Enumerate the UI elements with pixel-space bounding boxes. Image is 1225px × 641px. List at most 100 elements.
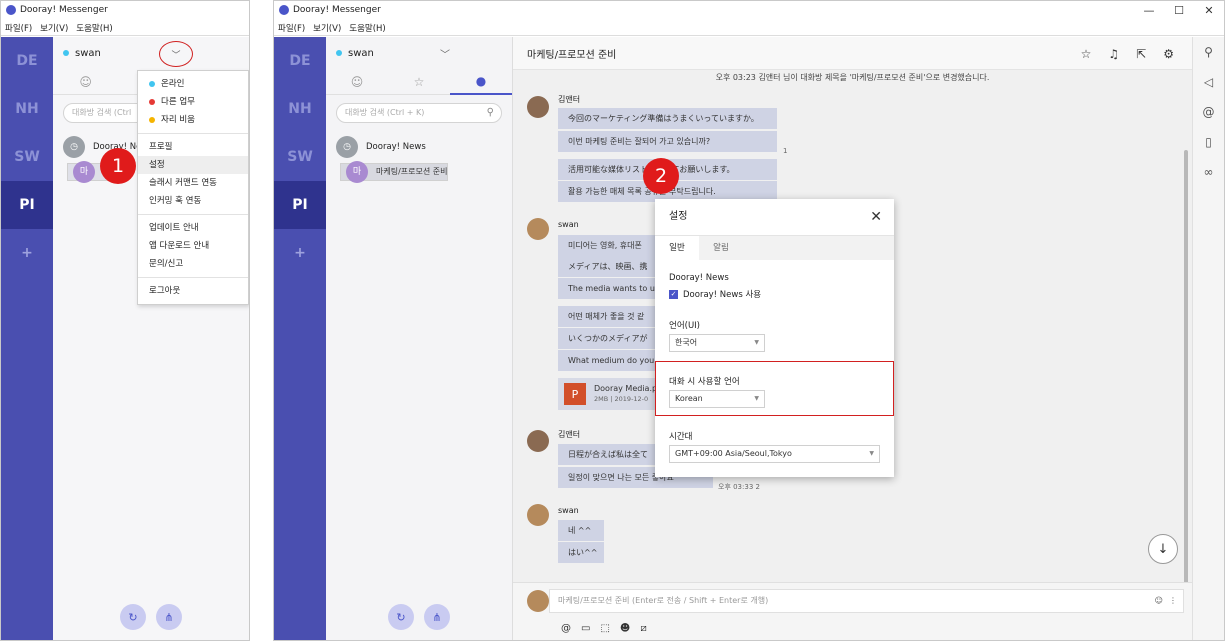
search-icon: ⚲ — [486, 107, 494, 118]
status-menu-toggle[interactable]: ﹀ — [159, 41, 193, 67]
sticker-icon[interactable]: ☻ — [620, 623, 630, 634]
step-badge-2: 2 — [643, 158, 679, 194]
ui-language-select[interactable]: 한국어 ▼ — [669, 334, 765, 352]
header-actions: ☆ ♫ ⇱ ⚙ — [1081, 37, 1174, 70]
workspace-pi[interactable]: PI — [1, 181, 53, 229]
emoji-icon[interactable]: ☺ — [1155, 590, 1163, 612]
mention-icon[interactable]: @ — [1193, 97, 1224, 127]
screenshot-icon[interactable]: ⬚ — [600, 623, 609, 634]
link-icon[interactable]: ∞ — [1193, 157, 1224, 187]
timezone-label: 시간대 — [669, 432, 693, 442]
mention-icon[interactable]: @ — [561, 623, 571, 634]
members-settings-icon[interactable]: ⚙ — [1163, 47, 1174, 61]
menu-logout[interactable]: 로그아웃 — [138, 282, 248, 300]
news-checkbox-row[interactable]: ✓ Dooray! News 사용 — [669, 288, 761, 300]
user-status-header[interactable]: swan — [53, 37, 249, 69]
divider — [138, 277, 248, 278]
favorites-tab-icon[interactable]: ☆ — [388, 75, 450, 89]
message-input[interactable]: 마케팅/프로모션 준비 (Enter로 전송 / Shift + Enter로 … — [549, 589, 1184, 613]
search-placeholder: 대화방 검색 (Ctrl + K) — [345, 108, 425, 117]
chevron-down-icon: ▼ — [754, 339, 759, 346]
org-chart-icon[interactable]: ⋔ — [156, 604, 182, 630]
workspace-de[interactable]: DE — [274, 37, 326, 85]
folder-icon[interactable]: ▭ — [581, 623, 590, 634]
command-icon[interactable]: ⧄ — [640, 623, 646, 634]
status-busy[interactable]: 다른 업무 — [138, 93, 248, 111]
search-input[interactable]: 대화방 검색 (Ctrl + K) ⚲ — [336, 103, 502, 123]
system-message: 오후 03:23 김앤터 님이 대화방 제목을 '마케팅/프로모션 준비'으로 … — [715, 73, 990, 82]
search-icon[interactable]: ⚲ — [1193, 37, 1224, 67]
minimize-icon[interactable]: — — [1134, 1, 1164, 21]
arrow-down-icon: ↓ — [1157, 541, 1169, 557]
maximize-icon[interactable]: ☐ — [1164, 1, 1194, 21]
add-workspace-button[interactable]: + — [274, 229, 326, 277]
menu-profile[interactable]: 프로필 — [138, 138, 248, 156]
chat-item-marketing[interactable]: 마 마케팅/프로모션 준비 — [340, 161, 449, 183]
org-chart-icon[interactable]: ⋔ — [424, 604, 450, 630]
chat-name: Dooray! News — [366, 142, 426, 152]
menu-file[interactable]: 파일(F) — [278, 22, 305, 34]
ui-language-label: 언어(UI) — [669, 321, 701, 331]
menu-slash-command[interactable]: 슬래시 커맨드 연동 — [138, 174, 248, 192]
away-dot — [149, 117, 155, 123]
scroll-to-bottom-button[interactable]: ↓ — [1148, 534, 1178, 564]
more-icon[interactable]: ⋮ — [1169, 590, 1177, 612]
checkbox-label: Dooray! News 사용 — [683, 290, 762, 300]
workspace-rail: DE NH SW PI + — [1, 37, 53, 640]
checkbox-checked-icon[interactable]: ✓ — [669, 290, 678, 299]
user-name: swan — [348, 47, 374, 59]
members-tab-icon[interactable]: ☺ — [53, 75, 118, 89]
popout-icon[interactable]: ⇱ — [1136, 47, 1146, 61]
chat-name: 마케팅/프로모션 준비 — [376, 167, 448, 176]
bell-icon[interactable]: ♫ — [1108, 47, 1119, 61]
tab-notifications[interactable]: 알림 — [699, 236, 743, 260]
avatar[interactable] — [527, 218, 549, 240]
chevron-down-icon: ▼ — [754, 395, 759, 402]
menu-view[interactable]: 보기(V) — [313, 22, 341, 34]
chevron-down-icon: ﹀ — [171, 50, 181, 61]
menu-view[interactable]: 보기(V) — [40, 22, 68, 34]
menu-update-info[interactable]: 업데이트 안내 — [138, 219, 248, 237]
user-status-header[interactable]: swan ﹀ — [326, 37, 512, 69]
scrollbar[interactable] — [1184, 150, 1188, 582]
workspace-de[interactable]: DE — [1, 37, 53, 85]
workspace-nh[interactable]: NH — [274, 85, 326, 133]
avatar[interactable] — [527, 96, 549, 118]
chat-language-select[interactable]: Korean ▼ — [669, 390, 765, 408]
status-online[interactable]: 온라인 — [138, 75, 248, 93]
timezone-select[interactable]: GMT+09:00 Asia/Seoul,Tokyo ▼ — [669, 445, 880, 463]
tab-general[interactable]: 일반 — [655, 236, 699, 260]
refresh-icon[interactable]: ↻ — [120, 604, 146, 630]
announcement-icon[interactable]: ◁ — [1193, 67, 1224, 97]
close-icon[interactable]: ✕ — [1194, 1, 1224, 21]
workspace-sw[interactable]: SW — [1, 133, 53, 181]
file-icon[interactable]: ▯ — [1193, 127, 1224, 157]
refresh-icon[interactable]: ↻ — [388, 604, 414, 630]
status-away[interactable]: 자리 비움 — [138, 111, 248, 129]
menu-help[interactable]: 도움말(H) — [349, 22, 385, 34]
status-dot — [63, 50, 69, 56]
chats-tab-icon[interactable]: ● — [450, 69, 512, 95]
close-icon[interactable]: ✕ — [870, 199, 882, 235]
avatar[interactable] — [527, 430, 549, 452]
workspace-nh[interactable]: NH — [1, 85, 53, 133]
menu-app-download[interactable]: 앱 다운로드 안내 — [138, 237, 248, 255]
workspace-pi[interactable]: PI — [274, 181, 326, 229]
add-workspace-button[interactable]: + — [1, 229, 53, 277]
chat-item-news[interactable]: ◷ Dooray! News — [326, 131, 512, 163]
members-tab-icon[interactable]: ☺ — [326, 75, 388, 89]
sender-name: 김앤터 — [558, 95, 581, 104]
menu-help[interactable]: 도움말(H) — [76, 22, 112, 34]
clock-icon: ◷ — [336, 136, 358, 158]
chevron-down-icon[interactable]: ﹀ — [440, 46, 450, 61]
time-text: 오후 03:33 — [718, 483, 754, 491]
workspace-sw[interactable]: SW — [274, 133, 326, 181]
workspace-rail: DE NH SW PI + — [274, 37, 326, 640]
read-count: 2 — [755, 483, 760, 491]
star-icon[interactable]: ☆ — [1081, 47, 1092, 61]
menu-settings[interactable]: 설정 — [138, 156, 248, 174]
menu-inquiry[interactable]: 문의/신고 — [138, 255, 248, 273]
menu-incoming-hook[interactable]: 인커밍 훅 연동 — [138, 192, 248, 210]
avatar[interactable] — [527, 504, 549, 526]
menu-file[interactable]: 파일(F) — [5, 22, 32, 34]
